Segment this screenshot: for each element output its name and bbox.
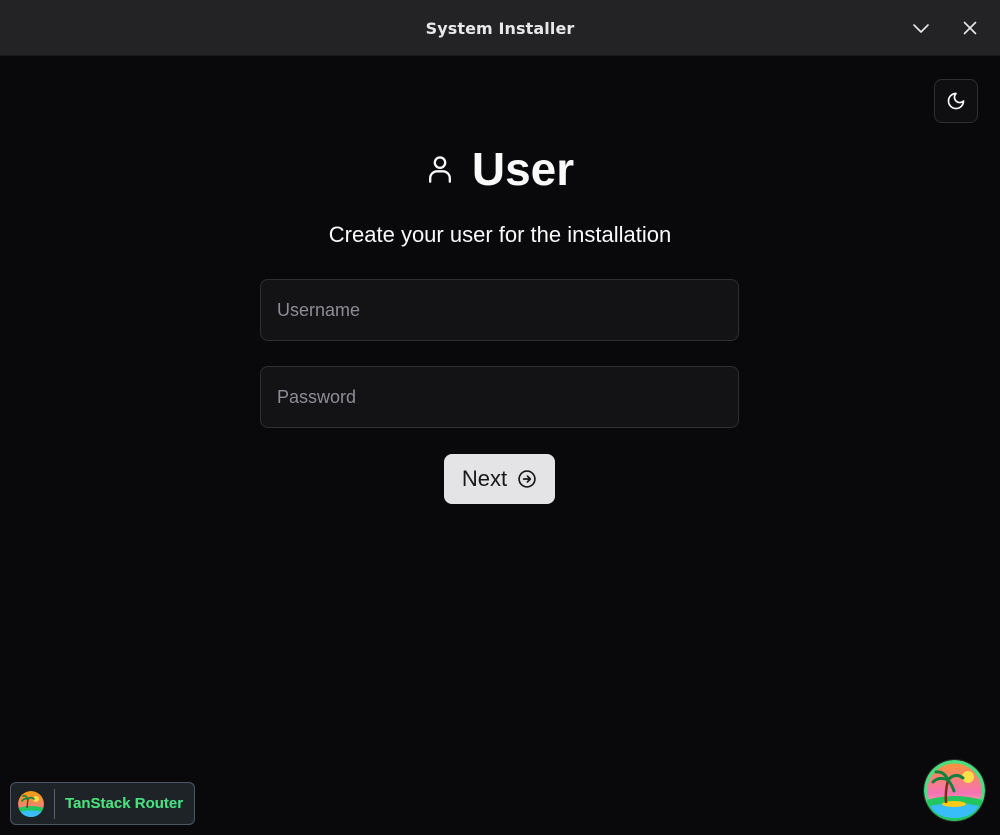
router-devtools-toggle[interactable]: TanStack Router (10, 782, 195, 825)
installer-window: System Installer User Create your user f… (0, 0, 1000, 835)
close-button[interactable] (956, 14, 984, 42)
tanstack-logo-icon (18, 790, 44, 817)
password-input[interactable] (260, 366, 739, 428)
next-button-label: Next (461, 466, 508, 491)
theme-toggle-button[interactable] (934, 79, 978, 123)
devtools-divider (54, 788, 55, 819)
chevron-down-icon (913, 24, 929, 33)
next-button[interactable]: Next (444, 454, 555, 504)
palm-island-icon (924, 760, 985, 821)
username-input[interactable] (260, 279, 739, 341)
title-bar: System Installer (0, 0, 1000, 56)
user-icon (428, 156, 451, 183)
page-heading: User (0, 140, 1000, 198)
page-title: User (471, 143, 575, 195)
minimize-button[interactable] (907, 14, 935, 42)
close-icon (963, 21, 977, 35)
devtools-label: TanStack Router (65, 795, 184, 812)
tanstack-devtools-logo-button[interactable] (924, 760, 985, 821)
arrow-right-circle-icon (518, 470, 536, 488)
window-title: System Installer (425, 19, 575, 38)
page-subtitle: Create your user for the installation (328, 222, 672, 247)
moon-icon (947, 92, 965, 110)
